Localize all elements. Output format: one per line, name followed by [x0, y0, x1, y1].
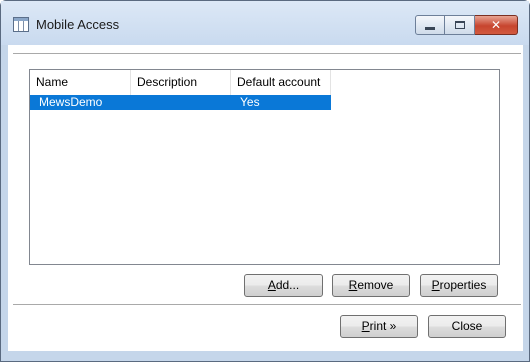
list-header: Name Description Default account — [30, 70, 331, 95]
caption-buttons: ✕ — [415, 15, 519, 35]
close-button[interactable]: Close — [428, 315, 506, 338]
cell-default-account: Yes — [240, 95, 260, 109]
column-header-default-account[interactable]: Default account — [231, 70, 331, 95]
top-divider — [13, 53, 521, 55]
table-row[interactable]: MewsDemo Yes — [30, 95, 331, 110]
column-header-name[interactable]: Name — [30, 70, 131, 95]
minimize-button[interactable] — [415, 15, 445, 35]
column-header-description[interactable]: Description — [131, 70, 231, 95]
maximize-icon — [454, 21, 465, 29]
remove-button[interactable]: Remove — [332, 274, 410, 297]
close-icon: ✕ — [490, 18, 502, 32]
accounts-list-view[interactable]: Name Description Default account MewsDem… — [29, 69, 500, 265]
properties-button[interactable]: Properties — [420, 274, 498, 297]
bottom-divider — [13, 304, 521, 306]
print-button[interactable]: Print » — [340, 315, 418, 338]
window-app-icon — [13, 17, 29, 32]
cell-name: MewsDemo — [39, 95, 103, 109]
maximize-button[interactable] — [445, 15, 475, 35]
cell-description — [131, 95, 231, 110]
title-bar[interactable]: Mobile Access ✕ — [1, 1, 529, 45]
add-button[interactable]: Add... — [244, 274, 323, 297]
close-window-button[interactable]: ✕ — [475, 15, 518, 35]
mobile-access-window: Mobile Access ✕ Name Description Default… — [0, 0, 530, 362]
window-title: Mobile Access — [36, 17, 120, 32]
minimize-icon — [425, 26, 435, 30]
